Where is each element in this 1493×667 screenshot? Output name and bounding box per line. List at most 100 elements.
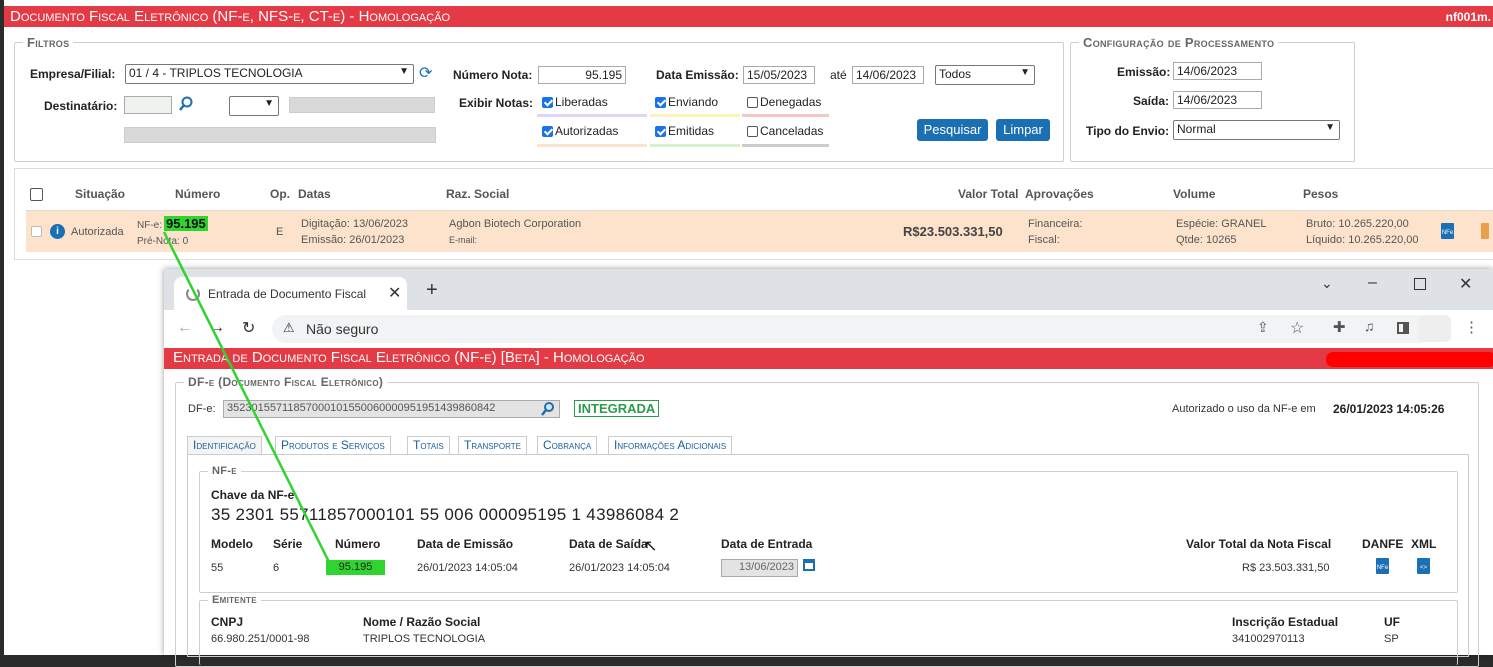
- row-fiscal: Fiscal:: [1028, 234, 1060, 246]
- back-icon[interactable]: ←: [177, 319, 193, 337]
- tab-identificacao[interactable]: Identificação: [187, 436, 262, 454]
- side-panel-icon[interactable]: [1397, 322, 1409, 334]
- check-enviando[interactable]: Enviando: [655, 95, 718, 109]
- emissao-label: Emissão:: [1117, 65, 1171, 79]
- browser-tab[interactable]: Entrada de Documento Fiscal Ele ✕: [174, 277, 407, 310]
- data-entrada-input[interactable]: 13/06/2023: [721, 559, 798, 577]
- ie-label: Inscrição Estadual: [1232, 615, 1339, 629]
- data-ate-input[interactable]: 14/06/2023: [852, 66, 924, 84]
- emissao-value: 26/01/2023 14:05:04: [417, 562, 518, 574]
- uf-label: UF: [1384, 615, 1400, 629]
- tab-strip: Entrada de Documento Fiscal Ele ✕ + ⌄ – …: [164, 269, 1493, 310]
- media-icon[interactable]: ♫: [1364, 318, 1375, 334]
- check-label: Emitidas: [668, 124, 715, 138]
- export-icon[interactable]: [1481, 223, 1489, 239]
- numero-input[interactable]: 95.195: [538, 66, 626, 84]
- danfe-download-icon[interactable]: NFe: [1376, 558, 1389, 574]
- empresa-select[interactable]: 01 / 4 - TRIPLOS TECNOLOGIA ▼: [125, 64, 414, 84]
- forward-icon[interactable]: →: [209, 319, 225, 337]
- pesquisar-button[interactable]: Pesquisar: [917, 119, 988, 141]
- cnpj-value: 66.980.251/0001-98: [211, 633, 310, 645]
- xml-download-icon[interactable]: <>: [1417, 558, 1430, 574]
- browser-toolbar: ← → ↻ ⚠ Não seguro ⇪ ☆ ✚ ♫ ⋮: [164, 310, 1493, 349]
- header-pesos[interactable]: Pesos: [1303, 187, 1338, 201]
- close-window-icon[interactable]: ✕: [1459, 274, 1472, 294]
- check-label: Denegadas: [760, 95, 822, 109]
- header-op[interactable]: Op.: [270, 187, 290, 201]
- row-situacao: Autorizada: [71, 226, 124, 238]
- close-tab-icon[interactable]: ✕: [388, 283, 401, 303]
- address-bar[interactable]: ⚠ Não seguro ⇪ ☆: [272, 315, 1432, 343]
- tab-transporte[interactable]: Transporte: [458, 436, 527, 454]
- data-emissao-label: Data Emissão:: [656, 68, 739, 82]
- table-row[interactable]: [26, 211, 1493, 252]
- limpar-button[interactable]: Limpar: [996, 119, 1050, 141]
- new-tab-icon[interactable]: +: [426, 279, 438, 302]
- header-datas[interactable]: Datas: [298, 187, 331, 201]
- saida-input[interactable]: 14/06/2023: [1173, 91, 1262, 109]
- destinatario-code-input[interactable]: [124, 96, 172, 114]
- status-select[interactable]: Todos ▼: [935, 65, 1035, 85]
- row-numero: 95.195: [164, 216, 208, 231]
- authorized-date: 26/01/2023 14:05:26: [1333, 402, 1445, 416]
- row-liquido: Líquido: 10.265.220,00: [1306, 234, 1419, 246]
- header-aprovacoes[interactable]: Aprovações: [1025, 187, 1094, 201]
- header-valor-total[interactable]: Valor Total: [958, 187, 1018, 201]
- data-de-input[interactable]: 15/05/2023: [743, 66, 815, 84]
- tab-produtos[interactable]: Produtos e Serviços: [275, 436, 391, 454]
- calendar-icon[interactable]: [803, 559, 815, 571]
- nfe-document-icon[interactable]: NFe: [1441, 223, 1454, 239]
- tab-informacoes[interactable]: Informações Adicionais: [608, 436, 733, 454]
- check-autorizadas[interactable]: Autorizadas: [542, 124, 618, 138]
- destinatario-type-select[interactable]: ▼: [229, 96, 279, 116]
- check-emitidas[interactable]: Emitidas: [655, 124, 714, 138]
- dfe-key-input[interactable]: 3523015571185700010155006000095195143986…: [223, 400, 560, 418]
- data-saida-label: Data de Saída: [569, 537, 648, 551]
- check-liberadas[interactable]: Liberadas: [542, 95, 608, 109]
- check-label: Canceladas: [760, 124, 824, 138]
- header-situacao[interactable]: Situação: [75, 187, 125, 201]
- check-denegadas[interactable]: Denegadas: [747, 95, 821, 109]
- mouse-cursor-icon: ↖: [644, 538, 658, 555]
- check-canceladas[interactable]: Canceladas: [747, 124, 823, 138]
- info-icon[interactable]: i: [50, 224, 65, 239]
- extensions-icon[interactable]: ✚: [1333, 318, 1346, 336]
- emissao-input[interactable]: 14/06/2023: [1173, 62, 1262, 80]
- header-razao-social[interactable]: Raz. Social: [446, 187, 509, 201]
- maximize-icon[interactable]: [1414, 278, 1426, 290]
- star-icon[interactable]: ☆: [1290, 318, 1304, 338]
- select-all-checkbox[interactable]: [30, 188, 43, 201]
- status-badge: INTEGRADA: [574, 400, 660, 417]
- chevron-down-icon: ▼: [399, 66, 409, 77]
- table-header: [26, 177, 1493, 211]
- refresh-icon[interactable]: ⟳: [419, 63, 432, 83]
- serie-value: 6: [273, 562, 280, 574]
- warning-icon[interactable]: ⚠: [283, 320, 295, 336]
- row-especie: Espécie: GRANEL: [1176, 218, 1267, 230]
- search-icon[interactable]: [178, 96, 194, 112]
- saida-value: 26/01/2023 14:05:04: [569, 562, 670, 574]
- reload-icon[interactable]: ↻: [242, 318, 255, 338]
- share-icon[interactable]: ⇪: [1257, 319, 1269, 336]
- security-label: Não seguro: [306, 321, 379, 337]
- row-pre-nota: Pré-Nota: 0: [137, 236, 189, 247]
- emitente-legend: Emitente: [212, 594, 257, 606]
- search-icon[interactable]: [541, 402, 555, 416]
- header-volume[interactable]: Volume: [1173, 187, 1215, 201]
- filters-legend: Filtros: [27, 35, 70, 50]
- tab-totais[interactable]: Totais: [407, 436, 450, 454]
- menu-icon[interactable]: ⋮: [1464, 318, 1479, 336]
- autorizadas-color-strip: [537, 144, 647, 147]
- tab-cobranca[interactable]: Cobrança: [537, 436, 598, 454]
- tipo-envio-select[interactable]: Normal ▼: [1173, 120, 1340, 140]
- profile-button[interactable]: [1418, 315, 1451, 342]
- row-checkbox[interactable]: [31, 226, 42, 237]
- header-numero[interactable]: Número: [175, 187, 220, 201]
- numero-label: Número: [335, 537, 381, 551]
- tab-search-icon[interactable]: ⌄: [1321, 275, 1333, 292]
- emitente-panel: Emitente: [199, 594, 1458, 665]
- tipo-envio-value: Normal: [1177, 122, 1216, 136]
- canceladas-color-strip: [742, 144, 829, 147]
- minimize-icon[interactable]: –: [1368, 274, 1377, 292]
- numero-label: Número Nota:: [453, 68, 533, 82]
